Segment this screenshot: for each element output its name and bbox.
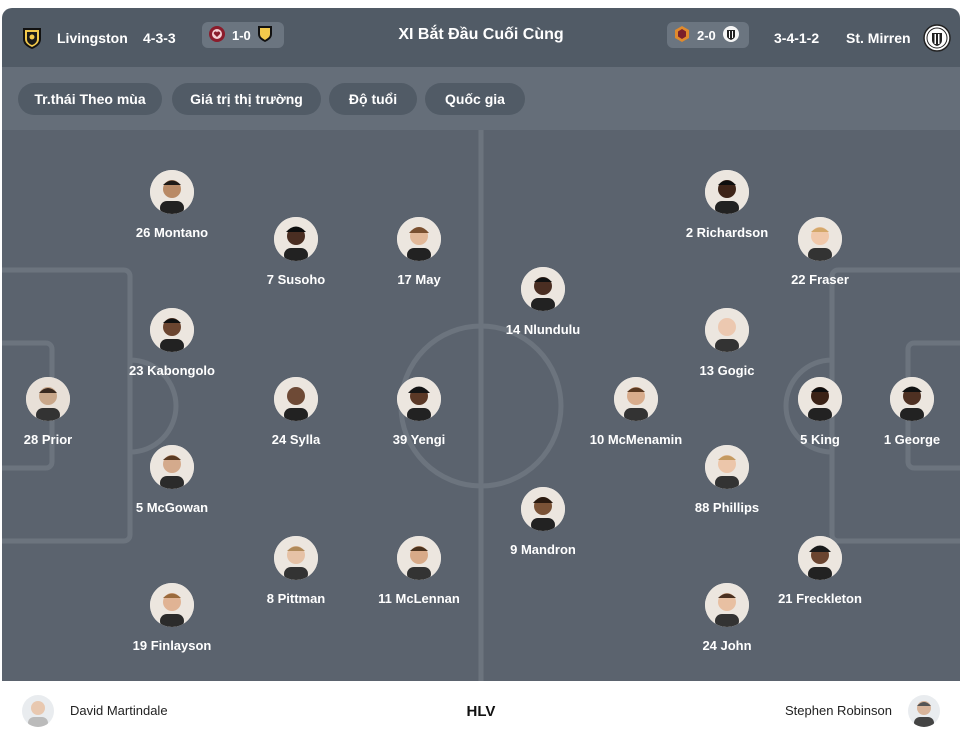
- player-home-mid[interactable]: 8 Pittman: [241, 536, 351, 607]
- player-home-mid[interactable]: 7 Susoho: [241, 217, 351, 288]
- player-photo: [150, 583, 194, 627]
- player-photo: [26, 377, 70, 421]
- away-last-score: 2-0: [697, 27, 716, 43]
- player-away-fwd[interactable]: 14 Nlundulu: [488, 267, 598, 338]
- filter-nationality[interactable]: Quốc gia: [425, 83, 525, 115]
- filter-season-status[interactable]: Tr.thái Theo mùa: [18, 83, 162, 115]
- st-mirren-small-crest-icon: [722, 25, 740, 46]
- player-home-def[interactable]: 19 Finlayson: [117, 583, 227, 654]
- player-photo: [150, 308, 194, 352]
- home-last-match[interactable]: 1-0: [202, 22, 284, 48]
- home-coach-name[interactable]: David Martindale: [70, 681, 168, 743]
- livingston-crest-icon: [20, 26, 44, 50]
- st-mirren-crest-icon: [922, 23, 951, 52]
- player-away-mid[interactable]: 88 Phillips: [672, 445, 782, 516]
- player-photo: [798, 217, 842, 261]
- player-home-def[interactable]: 23 Kabongolo: [117, 308, 227, 379]
- lineup-header: Livingston 4-3-3 1-0 XI Bắt Đầu Cuối Cùn…: [2, 8, 960, 67]
- lineup-widget: Livingston 4-3-3 1-0 XI Bắt Đầu Cuối Cùn…: [2, 8, 960, 743]
- player-home-fwd[interactable]: 17 May: [364, 217, 474, 288]
- home-last-score: 1-0: [232, 27, 251, 43]
- away-coach-photo: [908, 695, 940, 727]
- hearts-crest-icon: [208, 25, 226, 46]
- player-photo: [397, 217, 441, 261]
- home-team-name: Livingston: [57, 29, 128, 46]
- player-home-gk[interactable]: 28 Prior: [2, 377, 103, 448]
- filter-bar: Tr.thái Theo mùa Giá trị thị trường Độ t…: [2, 67, 960, 130]
- away-last-match[interactable]: 2-0: [667, 22, 749, 48]
- player-photo: [705, 308, 749, 352]
- player-photo: [274, 536, 318, 580]
- player-away-gk[interactable]: 1 George: [857, 377, 960, 448]
- filter-age[interactable]: Độ tuổi: [329, 83, 417, 115]
- player-away-am[interactable]: 10 McMenamin: [581, 377, 691, 448]
- player-photo: [614, 377, 658, 421]
- player-away-def[interactable]: 21 Freckleton: [765, 536, 875, 607]
- player-home-fwd[interactable]: 11 McLennan: [364, 536, 474, 607]
- player-photo: [521, 487, 565, 531]
- player-photo: [274, 377, 318, 421]
- player-away-def[interactable]: 22 Fraser: [765, 217, 875, 288]
- away-team[interactable]: St. Mirren: [846, 8, 951, 67]
- player-home-mid[interactable]: 24 Sylla: [241, 377, 351, 448]
- player-photo: [705, 445, 749, 489]
- player-photo: [397, 377, 441, 421]
- player-photo: [705, 583, 749, 627]
- home-formation: 4-3-3: [143, 29, 176, 46]
- away-team-name: St. Mirren: [846, 29, 911, 46]
- player-home-fwd[interactable]: 39 Yengi: [364, 377, 474, 448]
- home-team[interactable]: Livingston: [20, 8, 128, 67]
- player-photo: [798, 536, 842, 580]
- player-away-fwd[interactable]: 9 Mandron: [488, 487, 598, 558]
- filter-market-value[interactable]: Giá trị thị trường: [172, 83, 321, 115]
- coaches-row: David Martindale HLV Stephen Robinson: [2, 681, 960, 743]
- player-home-def[interactable]: 26 Montano: [117, 170, 227, 241]
- home-coach-photo: [22, 695, 54, 727]
- away-formation: 3-4-1-2: [774, 29, 820, 46]
- player-photo: [890, 377, 934, 421]
- player-away-mid[interactable]: 13 Gogic: [672, 308, 782, 379]
- player-photo: [798, 377, 842, 421]
- player-photo: [150, 170, 194, 214]
- player-photo: [521, 267, 565, 311]
- pitch: 28 Prior 26 Montano 23 Kabongolo 5 McGow…: [2, 130, 960, 681]
- player-photo: [274, 217, 318, 261]
- motherwell-crest-icon: [673, 25, 691, 46]
- livingston-small-crest-icon: [257, 25, 273, 46]
- player-home-def[interactable]: 5 McGowan: [117, 445, 227, 516]
- player-photo: [705, 170, 749, 214]
- player-photo: [150, 445, 194, 489]
- player-photo: [397, 536, 441, 580]
- away-coach-name[interactable]: Stephen Robinson: [785, 681, 892, 743]
